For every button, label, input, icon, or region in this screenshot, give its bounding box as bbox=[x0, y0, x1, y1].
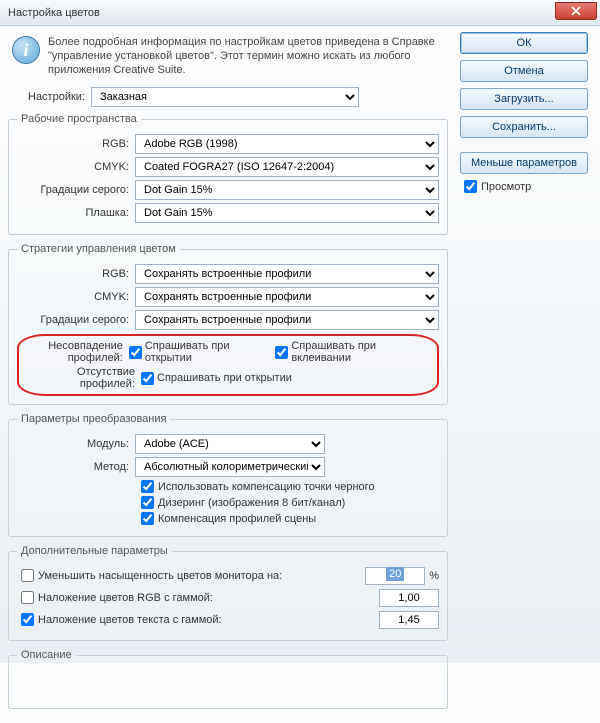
policies-rgb-select[interactable]: Сохранять встроенные профили bbox=[135, 264, 439, 284]
scene-checkbox[interactable] bbox=[141, 512, 154, 525]
spot-label: Плашка: bbox=[17, 207, 135, 219]
settings-select[interactable]: Заказная bbox=[91, 87, 359, 107]
scene-label: Компенсация профилей сцены bbox=[158, 513, 316, 525]
bpc-label: Использовать компенсацию точки черного bbox=[158, 481, 375, 493]
blend-text-label: Наложение цветов текста с гаммой: bbox=[38, 614, 373, 626]
policies-gray-select[interactable]: Сохранять встроенные профили bbox=[135, 310, 439, 330]
close-icon bbox=[571, 6, 581, 16]
engine-label: Модуль: bbox=[17, 438, 135, 450]
window-title: Настройка цветов bbox=[8, 7, 100, 19]
mismatch-paste-text: Спрашивать при вклеивании bbox=[291, 340, 421, 364]
pol-rgb-label: RGB: bbox=[17, 268, 135, 280]
policies-group: Стратегии управления цветом RGB: Сохраня… bbox=[8, 243, 448, 405]
settings-label: Настройки: bbox=[28, 91, 85, 103]
blend-rgb-checkbox[interactable] bbox=[21, 591, 34, 604]
workspace-cmyk-select[interactable]: Coated FOGRA27 (ISO 12647-2:2004) bbox=[135, 157, 439, 177]
cancel-button[interactable]: Отмена bbox=[460, 60, 588, 82]
workspace-gray-select[interactable]: Dot Gain 15% bbox=[135, 180, 439, 200]
pol-gray-label: Градации серого: bbox=[17, 314, 135, 326]
dither-checkbox[interactable] bbox=[141, 496, 154, 509]
fewer-options-button[interactable]: Меньше параметров bbox=[460, 152, 588, 174]
profile-highlight: Несовпадение профилей: Спрашивать при от… bbox=[17, 334, 439, 396]
close-button[interactable] bbox=[555, 2, 597, 20]
pol-cmyk-label: CMYK: bbox=[17, 291, 135, 303]
mismatch-paste-check[interactable]: Спрашивать при вклеивании bbox=[275, 340, 421, 364]
advanced-legend: Дополнительные параметры bbox=[17, 545, 172, 557]
info-icon: i bbox=[12, 36, 40, 64]
info-text: Более подробная информация по настройкам… bbox=[48, 36, 444, 77]
desat-unit: % bbox=[429, 570, 439, 582]
cmyk-label: CMYK: bbox=[17, 161, 135, 173]
description-legend: Описание bbox=[17, 649, 76, 661]
intent-select[interactable]: Абсолютный колориметрический bbox=[135, 457, 325, 477]
rgb-label: RGB: bbox=[17, 138, 135, 150]
workspace-legend: Рабочие пространства bbox=[17, 113, 141, 125]
policies-legend: Стратегии управления цветом bbox=[17, 243, 180, 255]
preview-label: Просмотр bbox=[481, 181, 531, 193]
conversion-legend: Параметры преобразования bbox=[17, 413, 170, 425]
engine-select[interactable]: Adobe (ACE) bbox=[135, 434, 325, 454]
intent-label: Метод: bbox=[17, 461, 135, 473]
mismatch-paste-checkbox[interactable] bbox=[275, 346, 288, 359]
blend-text-input[interactable] bbox=[379, 611, 439, 629]
blend-rgb-label: Наложение цветов RGB с гаммой: bbox=[38, 592, 373, 604]
gray-label: Градации серого: bbox=[17, 184, 135, 196]
mismatch-open-check[interactable]: Спрашивать при открытии bbox=[129, 340, 263, 364]
missing-open-checkbox[interactable] bbox=[141, 372, 154, 385]
policies-cmyk-select[interactable]: Сохранять встроенные профили bbox=[135, 287, 439, 307]
load-button[interactable]: Загрузить... bbox=[460, 88, 588, 110]
missing-label: Отсутствие профилей: bbox=[23, 366, 141, 390]
ok-button[interactable]: ОК bbox=[460, 32, 588, 54]
dither-label: Дизеринг (изображения 8 бит/канал) bbox=[158, 497, 345, 509]
blend-text-checkbox[interactable] bbox=[21, 613, 34, 626]
mismatch-label: Несовпадение профилей: bbox=[23, 340, 129, 364]
advanced-group: Дополнительные параметры Уменьшить насыщ… bbox=[8, 545, 448, 641]
workspace-rgb-select[interactable]: Adobe RGB (1998) bbox=[135, 134, 439, 154]
missing-open-text: Спрашивать при открытии bbox=[157, 372, 292, 384]
workspace-group: Рабочие пространства RGB: Adobe RGB (199… bbox=[8, 113, 448, 235]
workspace-spot-select[interactable]: Dot Gain 15% bbox=[135, 203, 439, 223]
mismatch-open-checkbox[interactable] bbox=[129, 346, 142, 359]
desat-label: Уменьшить насыщенность цветов монитора н… bbox=[38, 570, 359, 582]
titlebar: Настройка цветов bbox=[0, 0, 600, 26]
bpc-checkbox[interactable] bbox=[141, 480, 154, 493]
mismatch-open-text: Спрашивать при открытии bbox=[145, 340, 263, 364]
description-group: Описание bbox=[8, 649, 448, 709]
blend-rgb-input[interactable] bbox=[379, 589, 439, 607]
save-button[interactable]: Сохранить... bbox=[460, 116, 588, 138]
missing-open-check[interactable]: Спрашивать при открытии bbox=[141, 372, 292, 385]
desat-input[interactable]: 20 bbox=[365, 567, 425, 585]
conversion-group: Параметры преобразования Модуль: Adobe (… bbox=[8, 413, 448, 537]
desat-checkbox[interactable] bbox=[21, 569, 34, 582]
preview-checkbox[interactable] bbox=[464, 180, 477, 193]
